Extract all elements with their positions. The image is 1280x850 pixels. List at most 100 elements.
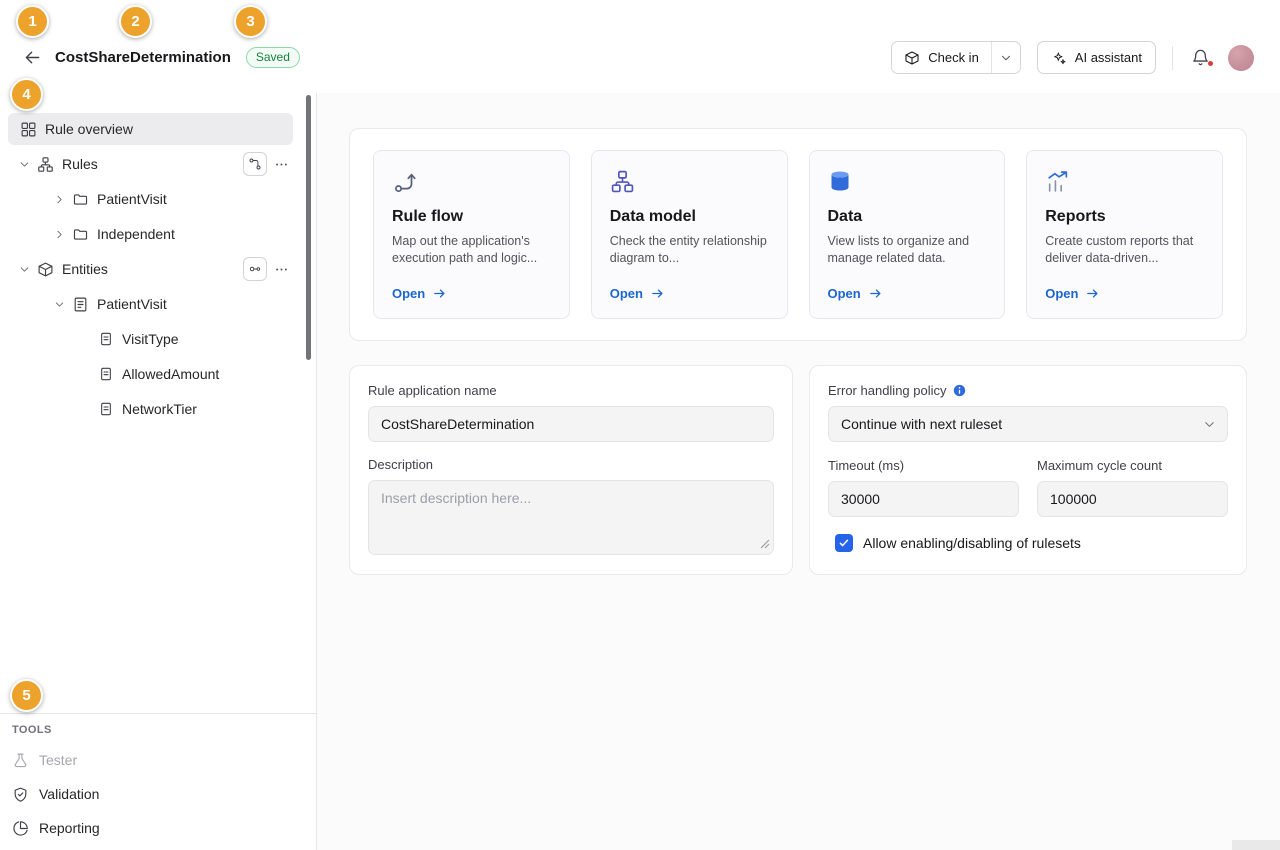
- chevron-right-icon[interactable]: [52, 228, 66, 241]
- card-description: Map out the application's execution path…: [392, 233, 551, 266]
- box-icon: [37, 261, 54, 278]
- tree-group-label: Entities: [62, 261, 108, 277]
- card-description: Check the entity relationship diagram to…: [610, 233, 769, 266]
- chevron-right-icon[interactable]: [52, 193, 66, 206]
- more-horizontal-icon: [274, 262, 289, 277]
- arrow-right-icon: [1085, 286, 1100, 301]
- sidebar-item-validation[interactable]: Validation: [0, 777, 316, 811]
- card-data-model: Data model Check the entity relationship…: [591, 150, 788, 319]
- check-in-dropdown-button[interactable]: [991, 42, 1020, 73]
- main-content: Rule flow Map out the application's exec…: [317, 93, 1280, 850]
- rule-application-name-input[interactable]: [368, 406, 774, 442]
- rulesets-toggle-row: Allow enabling/disabling of rulesets: [828, 534, 1228, 552]
- arrow-right-icon: [868, 286, 883, 301]
- tree-group-rules[interactable]: Rules: [8, 148, 293, 180]
- page-title: CostShareDetermination: [55, 49, 231, 66]
- tools-section: TOOLS Tester Validation: [0, 713, 316, 850]
- user-avatar[interactable]: [1228, 45, 1254, 71]
- field-icon: [98, 366, 114, 382]
- check-in-label: Check in: [928, 50, 979, 65]
- flow-link-icon: [248, 157, 262, 171]
- sidebar-item-rule-overview[interactable]: Rule overview: [8, 113, 293, 145]
- back-button[interactable]: [20, 45, 45, 70]
- tree-item-label: PatientVisit: [97, 191, 167, 207]
- sidebar-item-label: Reporting: [39, 820, 100, 836]
- rule-flow-shortcut-button[interactable]: [243, 152, 267, 176]
- check-in-button[interactable]: Check in: [892, 42, 991, 73]
- tree-item-entity-patientvisit[interactable]: PatientVisit: [8, 288, 293, 320]
- check-in-split-button: Check in: [891, 41, 1021, 74]
- flask-icon: [12, 752, 29, 769]
- tree-item-label: Independent: [97, 226, 175, 242]
- tree-item-label: AllowedAmount: [122, 366, 219, 382]
- sidebar-scrollbar-thumb[interactable]: [306, 95, 311, 360]
- timeout-label: Timeout (ms): [828, 458, 1019, 473]
- description-textarea[interactable]: [368, 480, 774, 555]
- tree-item-label: PatientVisit: [97, 296, 167, 312]
- top-bar-right: Check in AI assistant: [891, 41, 1254, 74]
- scrollbar-corner: [1232, 840, 1280, 850]
- tree-item-label: VisitType: [122, 331, 179, 347]
- open-label: Open: [828, 286, 861, 301]
- annotation-marker-1: 1: [16, 5, 49, 38]
- field-icon: [98, 401, 114, 417]
- sidebar-item-label: Rule overview: [45, 121, 133, 137]
- card-reports: Reports Create custom reports that deliv…: [1026, 150, 1223, 319]
- open-reports-link[interactable]: Open: [1045, 286, 1204, 301]
- notifications-button[interactable]: [1189, 46, 1212, 69]
- tree-item-folder-independent[interactable]: Independent: [8, 218, 293, 250]
- trending-chart-icon: [1045, 167, 1204, 195]
- grid-icon: [20, 121, 37, 138]
- timeout-field-group: Timeout (ms): [828, 458, 1019, 517]
- settings-row: Rule application name Description Error …: [349, 365, 1247, 575]
- error-policy-label: Error handling policy: [828, 383, 1228, 398]
- rulesets-checkbox-label: Allow enabling/disabling of rulesets: [863, 535, 1081, 551]
- open-data-model-link[interactable]: Open: [610, 286, 769, 301]
- open-data-link[interactable]: Open: [828, 286, 987, 301]
- open-label: Open: [1045, 286, 1078, 301]
- chevron-down-icon[interactable]: [52, 298, 66, 311]
- tools-heading: TOOLS: [0, 724, 316, 743]
- rules-more-button[interactable]: [269, 152, 293, 176]
- chevron-down-icon[interactable]: [17, 158, 31, 171]
- rules-hierarchy-icon: [37, 156, 54, 173]
- max-cycle-field-group: Maximum cycle count: [1037, 458, 1228, 517]
- pie-chart-icon: [12, 820, 29, 837]
- entities-more-button[interactable]: [269, 257, 293, 281]
- annotation-marker-4: 4: [10, 78, 43, 111]
- arrow-right-icon: [432, 286, 447, 301]
- error-policy-select[interactable]: Continue with next ruleset: [828, 406, 1228, 442]
- navigation-tree: Rule overview Rules: [0, 93, 316, 428]
- top-bar-left: CostShareDetermination Saved: [20, 45, 300, 70]
- info-icon[interactable]: [953, 384, 966, 397]
- more-horizontal-icon: [274, 157, 289, 172]
- ai-assistant-button[interactable]: AI assistant: [1037, 41, 1156, 74]
- sparkles-icon: [1051, 50, 1067, 66]
- sidebar-item-reporting[interactable]: Reporting: [0, 811, 316, 845]
- check-in-icon: [904, 50, 920, 66]
- tree-item-field-networktier[interactable]: NetworkTier: [8, 393, 293, 425]
- card-title: Data: [828, 208, 987, 226]
- top-bar: CostShareDetermination Saved Check in: [0, 0, 1280, 93]
- rulesets-checkbox[interactable]: [835, 534, 853, 552]
- folder-icon: [72, 191, 89, 208]
- open-rule-flow-link[interactable]: Open: [392, 286, 551, 301]
- card-data: Data View lists to organize and manage r…: [809, 150, 1006, 319]
- tree-item-field-visittype[interactable]: VisitType: [8, 323, 293, 355]
- rule-application-panel: Rule application name Description: [349, 365, 793, 575]
- chevron-down-icon: [999, 51, 1013, 65]
- max-cycle-label: Maximum cycle count: [1037, 458, 1228, 473]
- card-title: Data model: [610, 208, 769, 226]
- max-cycle-input[interactable]: [1037, 481, 1228, 517]
- description-field-wrap: [368, 480, 774, 555]
- entity-shortcut-button[interactable]: [243, 257, 267, 281]
- tree-group-entities[interactable]: Entities: [8, 253, 293, 285]
- app-window: CostShareDetermination Saved Check in: [0, 0, 1280, 850]
- ai-assistant-label: AI assistant: [1075, 50, 1142, 65]
- tree-item-folder-patientvisit[interactable]: PatientVisit: [8, 183, 293, 215]
- chevron-down-icon[interactable]: [17, 263, 31, 276]
- timeout-input[interactable]: [828, 481, 1019, 517]
- error-policy-value: Continue with next ruleset: [841, 416, 1002, 432]
- tree-item-field-allowedamount[interactable]: AllowedAmount: [8, 358, 293, 390]
- hierarchy-icon: [610, 167, 769, 195]
